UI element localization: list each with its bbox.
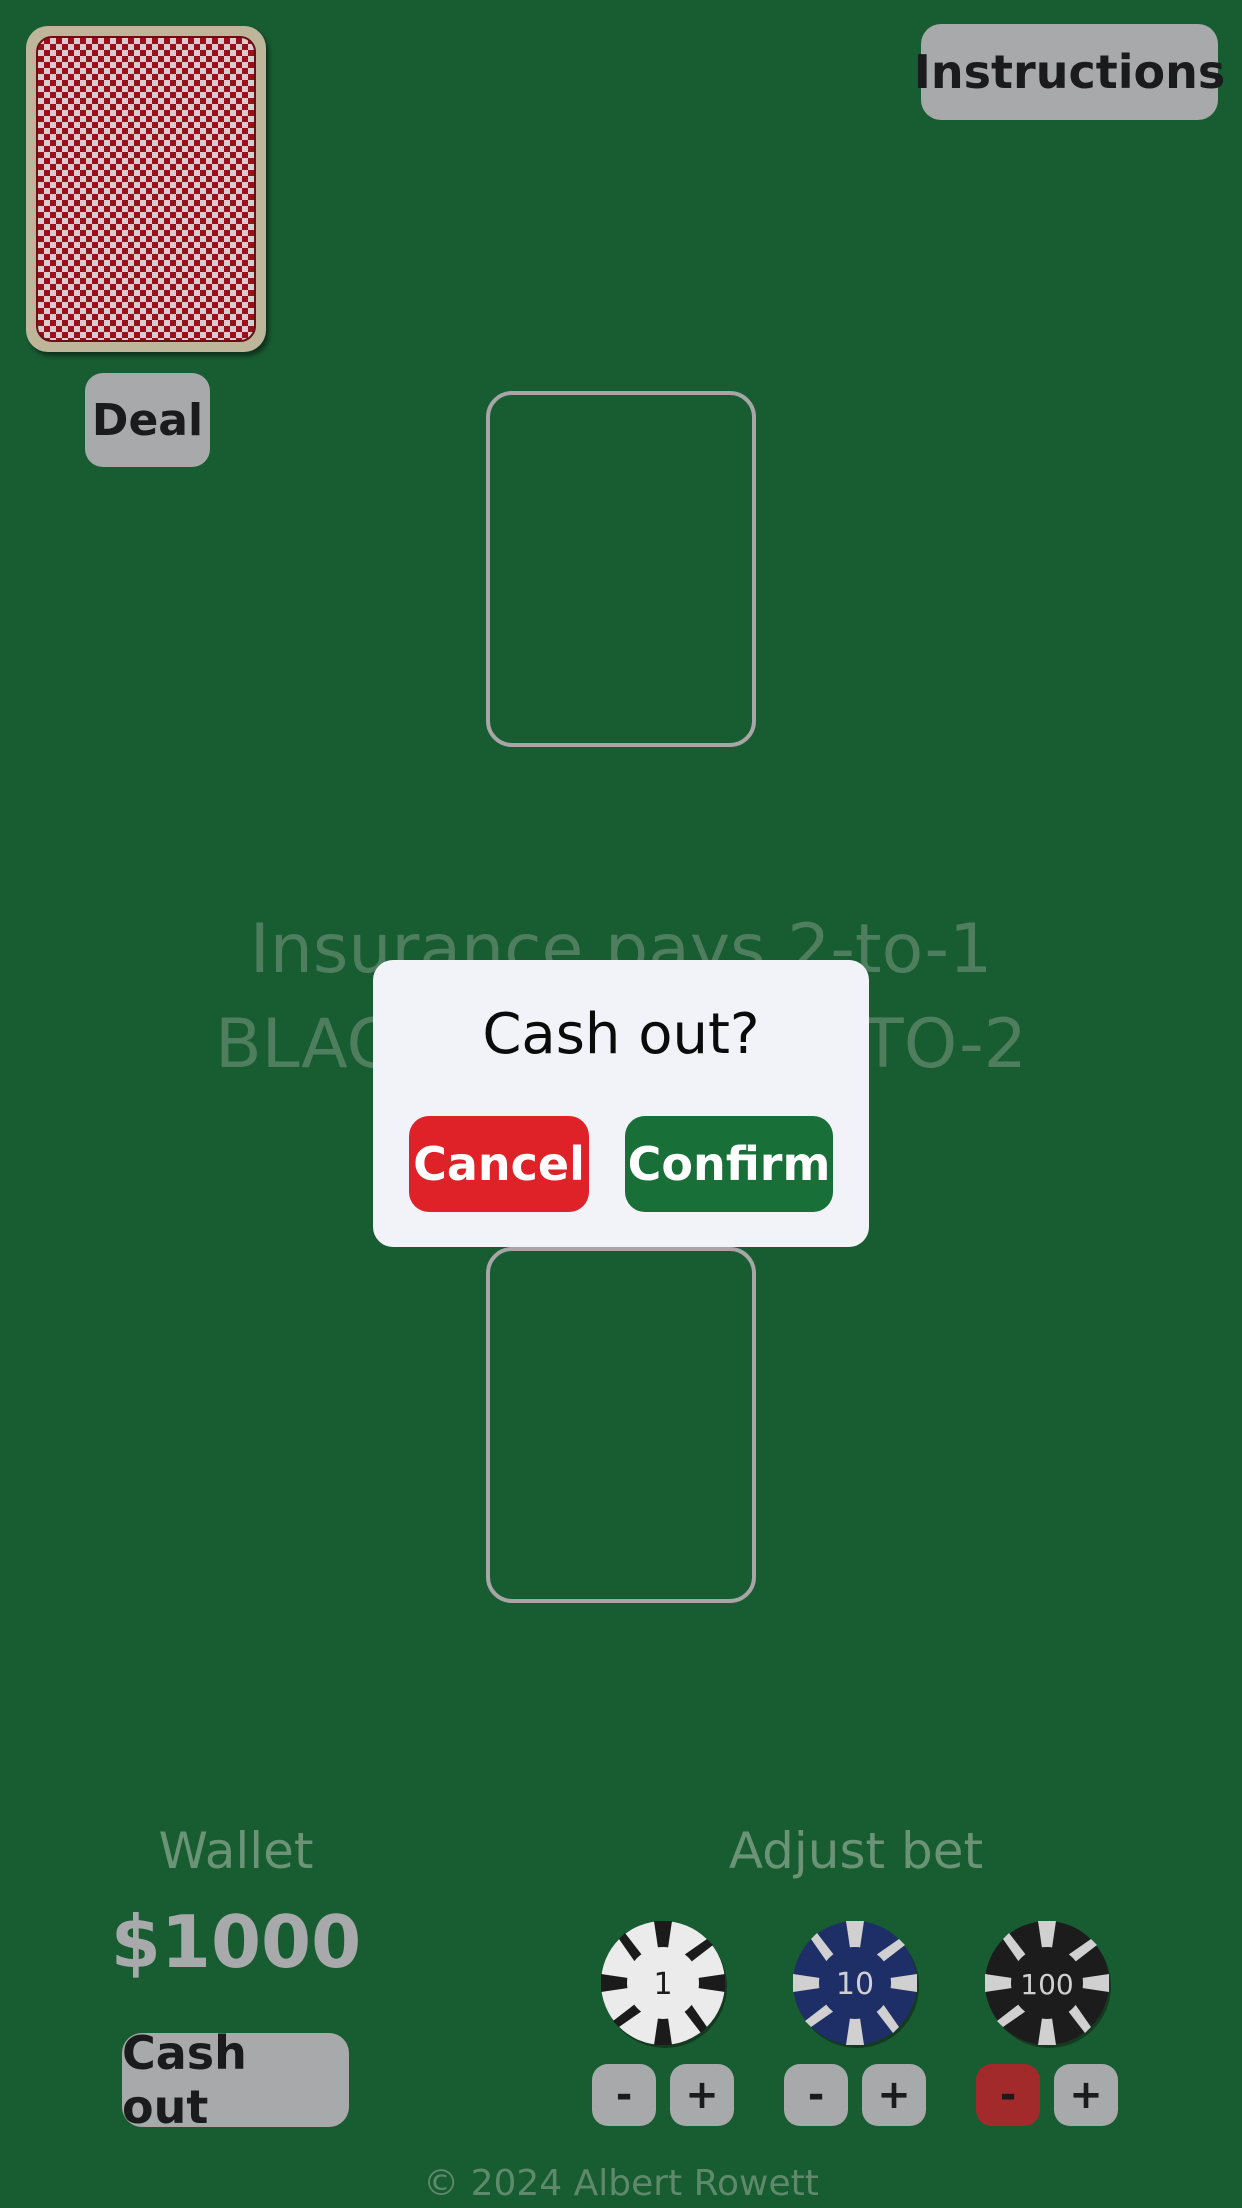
wallet-label: Wallet: [158, 1822, 314, 1880]
player-card-slot: [486, 1247, 756, 1603]
chip-10-minus-button[interactable]: -: [784, 2064, 848, 2126]
chip-1-value: 1: [653, 1967, 672, 2002]
chip-100: 100: [985, 1921, 1111, 2048]
chip-10: 10: [793, 1921, 919, 2048]
instructions-button[interactable]: Instructions: [914, 24, 1225, 120]
deal-button[interactable]: Deal: [85, 373, 210, 467]
dialog-title: Cash out?: [482, 1002, 760, 1067]
dealer-card-slot: [486, 391, 756, 747]
cash-out-dialog: Cash out? Cancel Confirm: [373, 960, 869, 1247]
chip-100-plus-button[interactable]: +: [1054, 2064, 1118, 2126]
chip-100-minus-button[interactable]: -: [976, 2064, 1040, 2126]
chip-1-minus-button[interactable]: -: [592, 2064, 656, 2126]
chip-1-plus-button[interactable]: +: [670, 2064, 734, 2126]
copyright: © 2024 Albert Rowett: [423, 2163, 819, 2204]
deck: [26, 26, 266, 352]
chip-10-value: 10: [836, 1967, 874, 2002]
adjust-bet-label: Adjust bet: [728, 1822, 984, 1880]
card-back-icon: [36, 36, 256, 342]
cancel-button[interactable]: Cancel: [409, 1116, 589, 1212]
wallet-amount: $1000: [110, 1900, 362, 1984]
chip-100-value: 100: [1020, 1968, 1073, 2001]
chip-10-plus-button[interactable]: +: [862, 2064, 926, 2126]
chip-1: 1: [601, 1921, 727, 2048]
cash-out-button[interactable]: Cash out: [122, 2026, 349, 2134]
confirm-button[interactable]: Confirm: [625, 1116, 833, 1212]
